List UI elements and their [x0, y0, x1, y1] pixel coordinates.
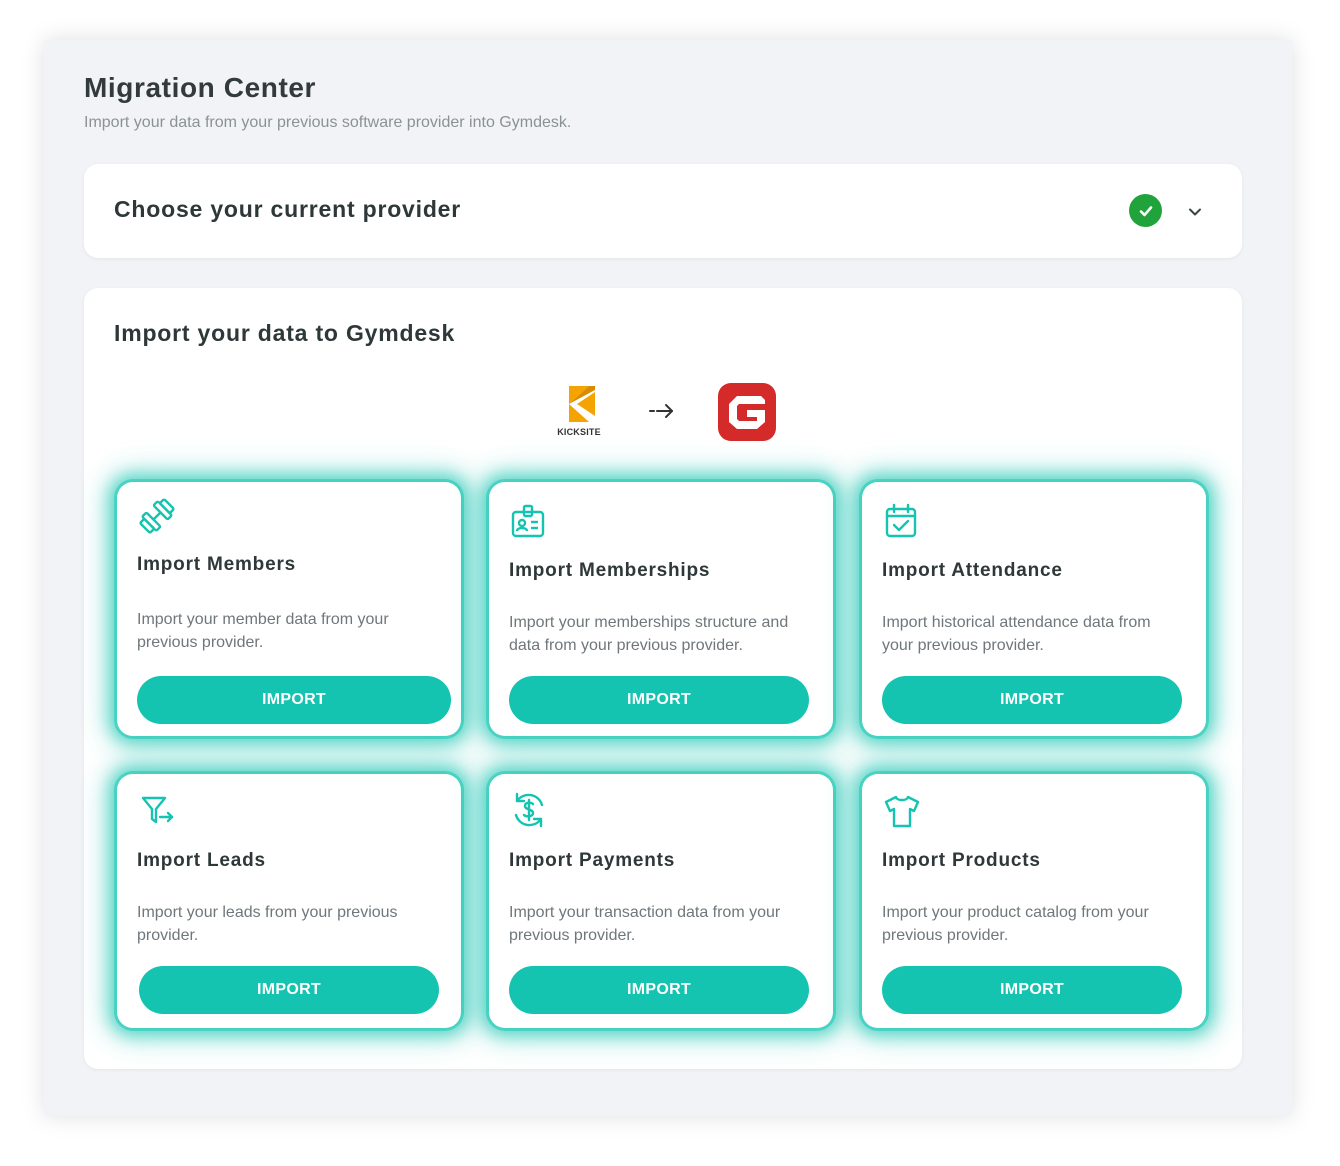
import-attendance-button[interactable]: IMPORT [882, 676, 1182, 724]
kicksite-logo-text: KICKSITE [557, 427, 601, 437]
dollar-sync-icon [509, 790, 547, 828]
import-attendance-card: Import Attendance Import historical atte… [862, 482, 1206, 736]
dumbbell-icon [137, 496, 175, 534]
import-payments-button[interactable]: IMPORT [509, 966, 809, 1014]
tshirt-icon [882, 792, 920, 830]
card-description: Import historical attendance data from y… [882, 614, 1151, 654]
import-memberships-card: Import Memberships Import your membershi… [489, 482, 833, 736]
card-description: Import your transaction data from your p… [509, 904, 781, 944]
migration-logos: KICKSITE [84, 380, 1242, 444]
dashed-arrow-right-icon [648, 400, 678, 422]
funnel-arrow-icon [139, 792, 177, 830]
card-title: Import Memberships [509, 560, 711, 581]
import-section-title: Import your data to Gymdesk [114, 320, 456, 346]
import-leads-card: Import Leads Import your leads from your… [117, 774, 461, 1028]
kicksite-logo: KICKSITE [554, 384, 604, 438]
import-data-panel: Import your data to Gymdesk KICKSITE Imp… [84, 288, 1242, 1069]
card-title: Import Attendance [882, 560, 1063, 581]
import-members-button[interactable]: IMPORT [137, 676, 451, 724]
card-description: Import your leads from your previous pro… [137, 904, 398, 944]
card-description: Import your member data from your previo… [137, 611, 389, 651]
card-description: Import your product catalog from your pr… [882, 904, 1149, 944]
chevron-down-icon[interactable] [1184, 201, 1206, 223]
card-title: Import Leads [137, 850, 266, 871]
import-payments-card: Import Payments Import your transaction … [489, 774, 833, 1028]
import-products-button[interactable]: IMPORT [882, 966, 1182, 1014]
migration-center-page: Migration Center Import your data from y… [44, 40, 1292, 1116]
import-leads-button[interactable]: IMPORT [139, 966, 439, 1014]
id-badge-icon [509, 502, 547, 540]
card-title: Import Payments [509, 850, 676, 871]
provider-accordion[interactable]: Choose your current provider [84, 164, 1242, 258]
import-memberships-button[interactable]: IMPORT [509, 676, 809, 724]
page-title: Migration Center [84, 72, 317, 103]
import-products-card: Import Products Import your product cata… [862, 774, 1206, 1028]
card-title: Import Members [137, 554, 297, 575]
import-members-card: Import Members Import your member data f… [117, 482, 461, 736]
card-description: Import your memberships structure and da… [509, 614, 789, 654]
check-circle-icon [1129, 194, 1162, 227]
card-title: Import Products [882, 850, 1041, 871]
provider-section-title: Choose your current provider [114, 196, 462, 222]
gymdesk-logo [717, 382, 777, 442]
page-subtitle: Import your data from your previous soft… [84, 114, 572, 131]
calendar-check-icon [882, 502, 920, 540]
